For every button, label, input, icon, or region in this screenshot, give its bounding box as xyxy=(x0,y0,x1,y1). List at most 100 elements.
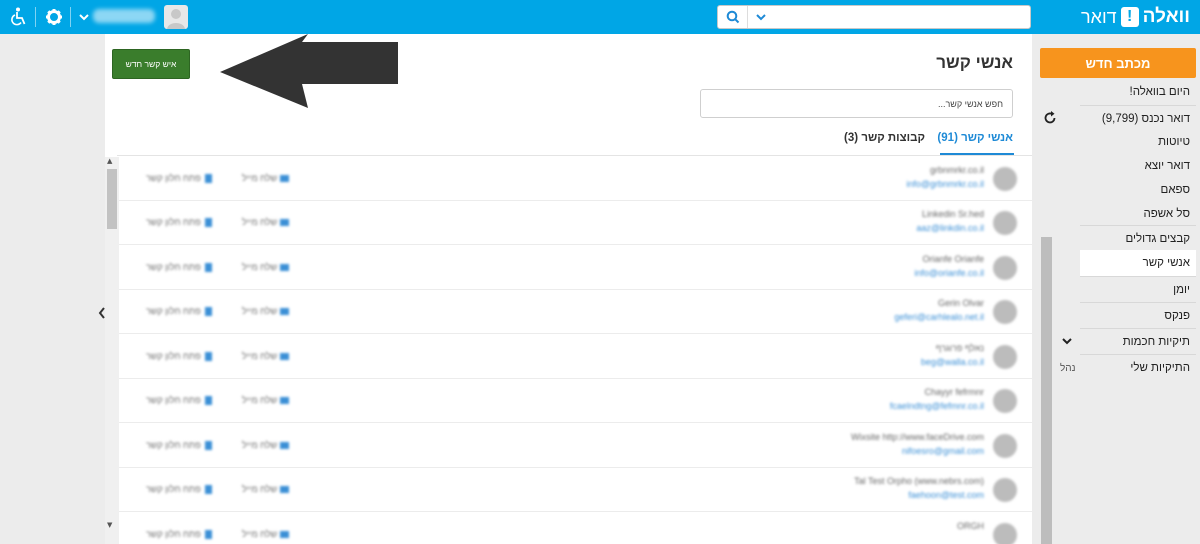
envelope-icon xyxy=(280,442,290,450)
contact-name[interactable]: Chayyr fefrmnr xyxy=(924,387,984,397)
contact-name[interactable]: Orianfe Orianfe xyxy=(922,254,984,264)
send-mail-label: שלח מייל xyxy=(242,395,278,405)
new-contact-button[interactable]: איש קשר חדש xyxy=(112,49,190,79)
sidebar-scrollbar[interactable] xyxy=(1041,237,1052,544)
sidebar-item-sent[interactable]: דואר יוצא xyxy=(1080,153,1196,179)
chevron-down-icon[interactable] xyxy=(1060,334,1074,348)
contact-row[interactable]: נאלף פרוגרף beg@walla.co.il שלח מייל פתח חל… xyxy=(119,335,1032,379)
contact-row[interactable]: Linkedin Sr.hed aaz@linkdin.co.il שלח מייל… xyxy=(119,201,1032,245)
sidebar-item-my-folders[interactable]: התיקיות שלי xyxy=(1080,354,1196,380)
contact-avatar xyxy=(993,434,1017,458)
contact-search-input[interactable] xyxy=(700,89,1013,118)
send-mail-action[interactable]: שלח מייל xyxy=(242,173,290,183)
contact-avatar xyxy=(993,389,1017,413)
send-mail-action[interactable]: שלח מייל xyxy=(242,217,290,227)
avatar[interactable] xyxy=(164,5,188,29)
accessibility-icon[interactable] xyxy=(10,7,28,27)
contact-avatar xyxy=(993,256,1017,280)
contact-row[interactable]: grbnmrkr.co.il info@grbnmrkr.co.il שלח מיי… xyxy=(119,157,1032,201)
contact-name[interactable]: Gerin Olvar xyxy=(938,298,984,308)
send-mail-action[interactable]: שלח מייל xyxy=(242,529,290,539)
tabs-divider xyxy=(117,155,1032,156)
compose-button[interactable]: מכתב חדש xyxy=(1040,48,1196,78)
open-contact-action[interactable]: פתח חלון קשר xyxy=(146,529,212,540)
open-contact-label: פתח חלון קשר xyxy=(146,529,201,539)
send-mail-action[interactable]: שלח מייל xyxy=(242,306,290,316)
open-contact-action[interactable]: פתח חלון קשר xyxy=(146,306,212,317)
send-mail-action[interactable]: שלח מייל xyxy=(242,395,290,405)
tab-contacts[interactable]: אנשי קשר (91) xyxy=(937,132,1013,144)
manage-folders-link[interactable]: נהל xyxy=(1060,363,1076,374)
send-mail-action[interactable]: שלח מייל xyxy=(242,351,290,361)
search-button[interactable] xyxy=(718,6,748,28)
contact-row[interactable]: Tal Test Orpho (www.nebrs.com) faehoon@te… xyxy=(119,468,1032,512)
send-mail-label: שלח מייל xyxy=(242,440,278,450)
contact-email[interactable]: fcaelndtng@fefmnr.co.il xyxy=(890,401,984,411)
contact-row[interactable]: Gerin Olvar geferi@carhlealo.net.il שלח מי… xyxy=(119,290,1032,334)
contact-name[interactable]: grbnmrkr.co.il xyxy=(930,165,984,175)
contacts-list-scrollbar[interactable]: ▲ ▼ xyxy=(105,157,119,544)
search-dropdown-icon[interactable] xyxy=(754,9,768,25)
send-mail-label: שלח מייל xyxy=(242,351,278,361)
send-mail-action[interactable]: שלח מייל xyxy=(242,262,290,272)
contact-name[interactable]: ORGH xyxy=(957,521,984,531)
chevron-down-icon[interactable] xyxy=(77,9,91,25)
sidebar-item-large-files[interactable]: קבצים גדולים xyxy=(1080,225,1196,251)
sidebar-item-drafts[interactable]: טיוטות xyxy=(1080,129,1196,155)
open-contact-action[interactable]: פתח חלון קשר xyxy=(146,395,212,406)
open-contact-action[interactable]: פתח חלון קשר xyxy=(146,484,212,495)
tab-contact-groups[interactable]: קבוצות קשר (3) xyxy=(844,132,925,144)
contact-card-icon xyxy=(204,307,212,317)
contact-card-icon xyxy=(204,263,212,273)
open-contact-action[interactable]: פתח חלון קשר xyxy=(146,262,212,273)
send-mail-action[interactable]: שלח מייל xyxy=(242,440,290,450)
envelope-icon xyxy=(280,486,290,494)
sidebar: מכתב חדש היום בוואלה! דואר נכנס (9,799) … xyxy=(1040,34,1200,544)
sidebar-item-walla-today[interactable]: היום בוואלה! xyxy=(1080,79,1196,105)
scroll-down-arrow[interactable]: ▼ xyxy=(107,521,112,529)
open-contact-action[interactable]: פתח חלון קשר xyxy=(146,217,212,228)
contact-row[interactable]: Chayyr fefrmnr fcaelndtng@fefmnr.co.il שלח… xyxy=(119,379,1032,423)
sidebar-item-trash[interactable]: סל אשפה xyxy=(1080,201,1196,227)
contact-email[interactable]: info@grbnmrkr.co.il xyxy=(906,179,984,189)
contact-name[interactable]: Wixsite http://www.faceDrive.com xyxy=(851,432,984,442)
gear-icon[interactable] xyxy=(44,7,64,27)
open-contact-action[interactable]: פתח חלון קשר xyxy=(146,440,212,451)
sidebar-item-notebook[interactable]: פנקס xyxy=(1080,302,1196,328)
walla-mail-logo[interactable]: וואלה ! דואר xyxy=(1081,5,1190,29)
contact-email[interactable]: info@orianfe.co.il xyxy=(914,268,984,278)
contact-avatar xyxy=(993,345,1017,369)
contact-row[interactable]: Orianfe Orianfe info@orianfe.co.il שלח מיי… xyxy=(119,246,1032,290)
contact-name[interactable]: נאלף פרוגרף xyxy=(936,343,984,353)
toolbar-divider xyxy=(35,7,36,27)
send-mail-label: שלח מייל xyxy=(242,529,278,539)
contact-email[interactable]: aaz@linkdin.co.il xyxy=(916,223,984,233)
scroll-thumb[interactable] xyxy=(107,169,117,229)
global-search-box[interactable] xyxy=(717,5,1031,29)
open-contact-action[interactable]: פתח חלון קשר xyxy=(146,173,212,184)
contact-avatar xyxy=(993,167,1017,191)
send-mail-action[interactable]: שלח מייל xyxy=(242,484,290,494)
sidebar-item-smart-folders[interactable]: תיקיות חכמות xyxy=(1080,328,1196,354)
contact-email[interactable]: geferi@carhlealo.net.il xyxy=(894,312,984,322)
sidebar-item-contacts[interactable]: אנשי קשר xyxy=(1080,250,1196,276)
open-contact-action[interactable]: פתח חלון קשר xyxy=(146,351,212,362)
send-mail-label: שלח מייל xyxy=(242,173,278,183)
contact-card-icon xyxy=(204,530,212,540)
contact-name[interactable]: Linkedin Sr.hed xyxy=(922,209,984,219)
contact-name[interactable]: Tal Test Orpho (www.nebrs.com) xyxy=(854,476,984,486)
contact-card-icon xyxy=(204,441,212,451)
contact-email[interactable]: nifoesro@gmail.com xyxy=(902,446,984,456)
contact-email[interactable]: faehoon@test.com xyxy=(908,490,984,500)
refresh-icon[interactable] xyxy=(1042,110,1058,126)
contact-email[interactable]: beg@walla.co.il xyxy=(921,357,984,367)
open-contact-label: פתח חלון קשר xyxy=(146,306,201,316)
sidebar-item-calendar[interactable]: יומן xyxy=(1080,276,1196,302)
contact-row[interactable]: Wixsite http://www.faceDrive.com nifoesro… xyxy=(119,424,1032,468)
contact-row[interactable]: ORGH שלח מייל פתח חלון קשר xyxy=(119,513,1032,544)
user-name[interactable] xyxy=(93,9,155,23)
scroll-up-arrow[interactable]: ▲ xyxy=(107,157,112,165)
sidebar-item-inbox[interactable]: דואר נכנס (9,799) xyxy=(1080,105,1196,131)
envelope-icon xyxy=(280,531,290,539)
sidebar-item-spam[interactable]: ספאם xyxy=(1080,177,1196,203)
